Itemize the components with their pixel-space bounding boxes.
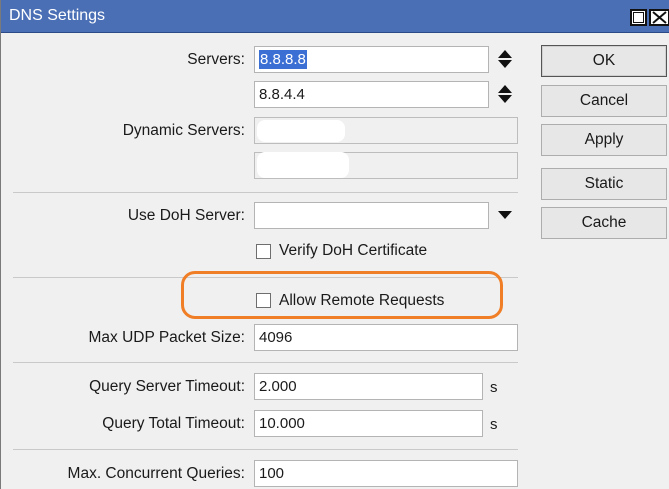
redaction-mark xyxy=(257,120,345,142)
query-server-timeout-unit: s xyxy=(490,379,498,396)
max-udp-value: 4096 xyxy=(259,329,293,346)
server-field-2[interactable]: 8.8.4.4 xyxy=(254,81,489,108)
ok-button[interactable]: OK xyxy=(541,45,667,77)
separator xyxy=(13,449,518,450)
updown-arrows-icon[interactable] xyxy=(498,48,512,70)
servers-label: Servers: xyxy=(187,51,245,68)
allow-remote-checkbox[interactable] xyxy=(256,293,271,308)
server-2-value: 8.8.4.4 xyxy=(259,86,305,103)
dns-settings-window: DNS Settings Servers: 8.8.8.8 8.8.4.4 Dy… xyxy=(0,0,669,489)
max-concurrent-label: Max. Concurrent Queries: xyxy=(67,465,245,482)
max-concurrent-input[interactable]: 100 xyxy=(254,460,518,487)
verify-doh-checkbox[interactable] xyxy=(256,244,271,259)
query-total-timeout-value: 10.000 xyxy=(259,415,305,432)
cache-button[interactable]: Cache xyxy=(541,207,667,239)
query-server-timeout-label: Query Server Timeout: xyxy=(89,378,245,395)
query-server-timeout-value: 2.000 xyxy=(259,378,297,395)
apply-button[interactable]: Apply xyxy=(541,124,667,156)
use-doh-label: Use DoH Server: xyxy=(127,207,245,224)
max-concurrent-value: 100 xyxy=(259,465,285,482)
cancel-button[interactable]: Cancel xyxy=(541,85,667,117)
redaction-mark xyxy=(257,152,349,178)
separator xyxy=(13,362,518,363)
verify-doh-label[interactable]: Verify DoH Certificate xyxy=(279,242,427,260)
max-udp-label: Max UDP Packet Size: xyxy=(88,329,246,346)
static-button[interactable]: Static xyxy=(541,168,667,200)
server-field-1[interactable]: 8.8.8.8 xyxy=(254,46,489,73)
window-title: DNS Settings xyxy=(9,7,106,24)
window-close-icon[interactable] xyxy=(649,9,669,26)
server-1-value: 8.8.8.8 xyxy=(259,50,307,69)
allow-remote-label[interactable]: Allow Remote Requests xyxy=(279,292,444,310)
separator xyxy=(13,192,518,193)
query-server-timeout-input[interactable]: 2.000 xyxy=(254,373,483,400)
query-total-timeout-input[interactable]: 10.000 xyxy=(254,410,483,437)
query-total-timeout-label: Query Total Timeout: xyxy=(102,415,245,432)
doh-server-select[interactable] xyxy=(254,202,489,229)
max-udp-input[interactable]: 4096 xyxy=(254,324,518,351)
updown-arrows-icon[interactable] xyxy=(498,83,512,105)
dropdown-arrow-icon[interactable] xyxy=(498,211,512,219)
dynamic-servers-label: Dynamic Servers: xyxy=(122,122,245,139)
query-total-timeout-unit: s xyxy=(490,416,498,433)
separator xyxy=(13,277,518,278)
window-restore-icon[interactable] xyxy=(630,9,647,26)
title-bar[interactable]: DNS Settings xyxy=(1,0,669,33)
